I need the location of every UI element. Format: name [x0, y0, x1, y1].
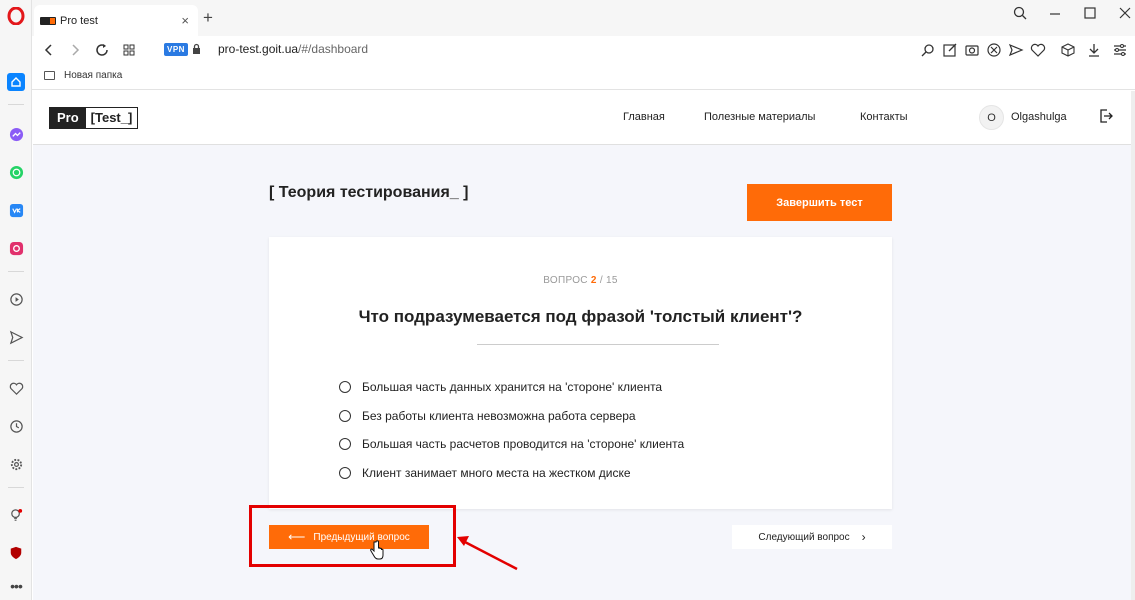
minimize-icon[interactable]: [1048, 6, 1062, 20]
send-icon[interactable]: [7, 328, 25, 346]
lightbulb-icon[interactable]: [7, 506, 25, 524]
logo-pro: Pro: [50, 108, 86, 128]
maximize-icon[interactable]: [1083, 6, 1097, 20]
browser-titlebar: Pro test × +: [32, 0, 1135, 36]
scrollbar[interactable]: [1131, 91, 1135, 600]
answer-option[interactable]: Большая часть данных хранится на 'сторон…: [339, 373, 684, 402]
avatar[interactable]: O: [979, 105, 1004, 130]
heart-icon[interactable]: [7, 379, 25, 397]
page-viewport: Pro [Test_] Главная Полезные материалы К…: [33, 91, 1135, 600]
question-divider: [477, 344, 719, 345]
sidebar-divider: [8, 104, 24, 105]
folder-icon: [44, 71, 55, 80]
annotation-arrow-icon: [457, 536, 518, 571]
answer-label: Большая часть данных хранится на 'сторон…: [362, 380, 663, 395]
url-path: /#/dashboard: [298, 42, 369, 56]
username[interactable]: Olgashulga: [1011, 111, 1067, 123]
player-icon[interactable]: [7, 290, 25, 308]
vk-icon[interactable]: [7, 201, 25, 219]
vpn-badge[interactable]: VPN: [164, 43, 188, 56]
close-window-icon[interactable]: [1118, 6, 1132, 20]
browser-sidebar: •••: [0, 0, 32, 600]
radio-button[interactable]: [339, 381, 351, 394]
logout-icon[interactable]: [1099, 109, 1113, 123]
site-logo[interactable]: Pro [Test_]: [49, 107, 139, 129]
answer-option[interactable]: Без работы клиента невозможна работа сер…: [339, 402, 684, 431]
sidebar-divider: [8, 271, 24, 272]
send-page-icon[interactable]: [1008, 42, 1024, 58]
messenger-icon[interactable]: [7, 125, 25, 143]
question-counter: ВОПРОС 2 / 15: [269, 275, 892, 286]
more-icon[interactable]: •••: [7, 577, 25, 595]
tab-title: Pro test: [60, 14, 98, 27]
home-icon[interactable]: [7, 73, 25, 91]
easy-setup-icon[interactable]: [1112, 42, 1128, 58]
quiz-title: [ Теория тестирования_ ]: [269, 184, 469, 201]
answer-list: Большая часть данных хранится на 'сторон…: [339, 373, 684, 487]
bookmark-folder[interactable]: Новая папка: [44, 70, 122, 81]
bookmark-heart-icon[interactable]: [1030, 42, 1046, 58]
question-label: ВОПРОС: [543, 275, 588, 286]
question-card: ВОПРОС 2 / 15 Что подразумевается под фр…: [269, 237, 892, 509]
answer-option[interactable]: Большая часть расчетов проводится на 'ст…: [339, 430, 684, 459]
search-icon[interactable]: [1013, 6, 1027, 20]
answer-option[interactable]: Клиент занимает много места на жестком д…: [339, 459, 684, 488]
snapshot-icon[interactable]: [964, 42, 980, 58]
extensions-cube-icon[interactable]: [1060, 42, 1076, 58]
settings-gear-icon[interactable]: [7, 455, 25, 473]
question-current: 2: [590, 275, 597, 286]
sidebar-divider: [8, 487, 24, 488]
browser-tab[interactable]: Pro test ×: [34, 5, 198, 36]
nav-link-materials[interactable]: Полезные материалы: [704, 111, 815, 123]
address-bar: VPN pro-test.goit.ua/#/dashboard: [32, 36, 1135, 64]
favicon-icon: [40, 16, 56, 25]
question-text: Что подразумевается под фразой 'толстый …: [358, 307, 803, 326]
edit-icon[interactable]: [942, 42, 958, 58]
forward-icon[interactable]: [66, 41, 84, 59]
instagram-icon[interactable]: [7, 239, 25, 257]
question-total: / 15: [599, 275, 618, 286]
opera-logo-icon[interactable]: [7, 7, 25, 25]
tab-close-icon[interactable]: ×: [181, 13, 189, 28]
bookmark-folder-label: Новая папка: [64, 70, 123, 81]
chevron-right-icon: ›: [861, 530, 866, 544]
back-icon[interactable]: [40, 41, 58, 59]
next-question-label: Следующий вопрос: [758, 531, 850, 543]
sidebar-divider: [8, 360, 24, 361]
adblock-icon[interactable]: [986, 42, 1002, 58]
answer-label: Без работы клиента невозможна работа сер…: [362, 408, 636, 423]
site-header: Pro [Test_] Главная Полезные материалы К…: [33, 91, 1135, 145]
hand-cursor-icon: [370, 540, 384, 560]
url-domain: pro-test.goit.ua: [218, 42, 299, 56]
nav-link-contacts[interactable]: Контакты: [860, 111, 908, 123]
next-question-button[interactable]: Следующий вопрос ›: [732, 525, 892, 549]
radio-button[interactable]: [339, 409, 351, 422]
answer-label: Большая часть расчетов проводится на 'ст…: [362, 437, 685, 452]
whatsapp-icon[interactable]: [7, 163, 25, 181]
nav-link-home[interactable]: Главная: [623, 111, 665, 123]
radio-button[interactable]: [339, 466, 351, 479]
reload-icon[interactable]: [93, 41, 111, 59]
logo-test: [Test_]: [90, 110, 133, 125]
finish-test-button[interactable]: Завершить тест: [747, 184, 892, 221]
annotation-highlight-box: [249, 505, 456, 567]
download-icon[interactable]: [1086, 42, 1102, 58]
new-tab-icon[interactable]: +: [203, 8, 213, 28]
radio-button[interactable]: [339, 438, 351, 451]
zoom-icon[interactable]: [920, 42, 936, 58]
history-icon[interactable]: [7, 417, 25, 435]
lock-icon[interactable]: [192, 43, 201, 55]
tabs-grid-icon[interactable]: [120, 41, 138, 59]
ublock-icon[interactable]: [7, 544, 25, 562]
answer-label: Клиент занимает много места на жестком д…: [362, 465, 631, 480]
bookmarks-bar: Новая папка: [32, 64, 1135, 90]
url-field[interactable]: pro-test.goit.ua/#/dashboard: [218, 42, 368, 56]
